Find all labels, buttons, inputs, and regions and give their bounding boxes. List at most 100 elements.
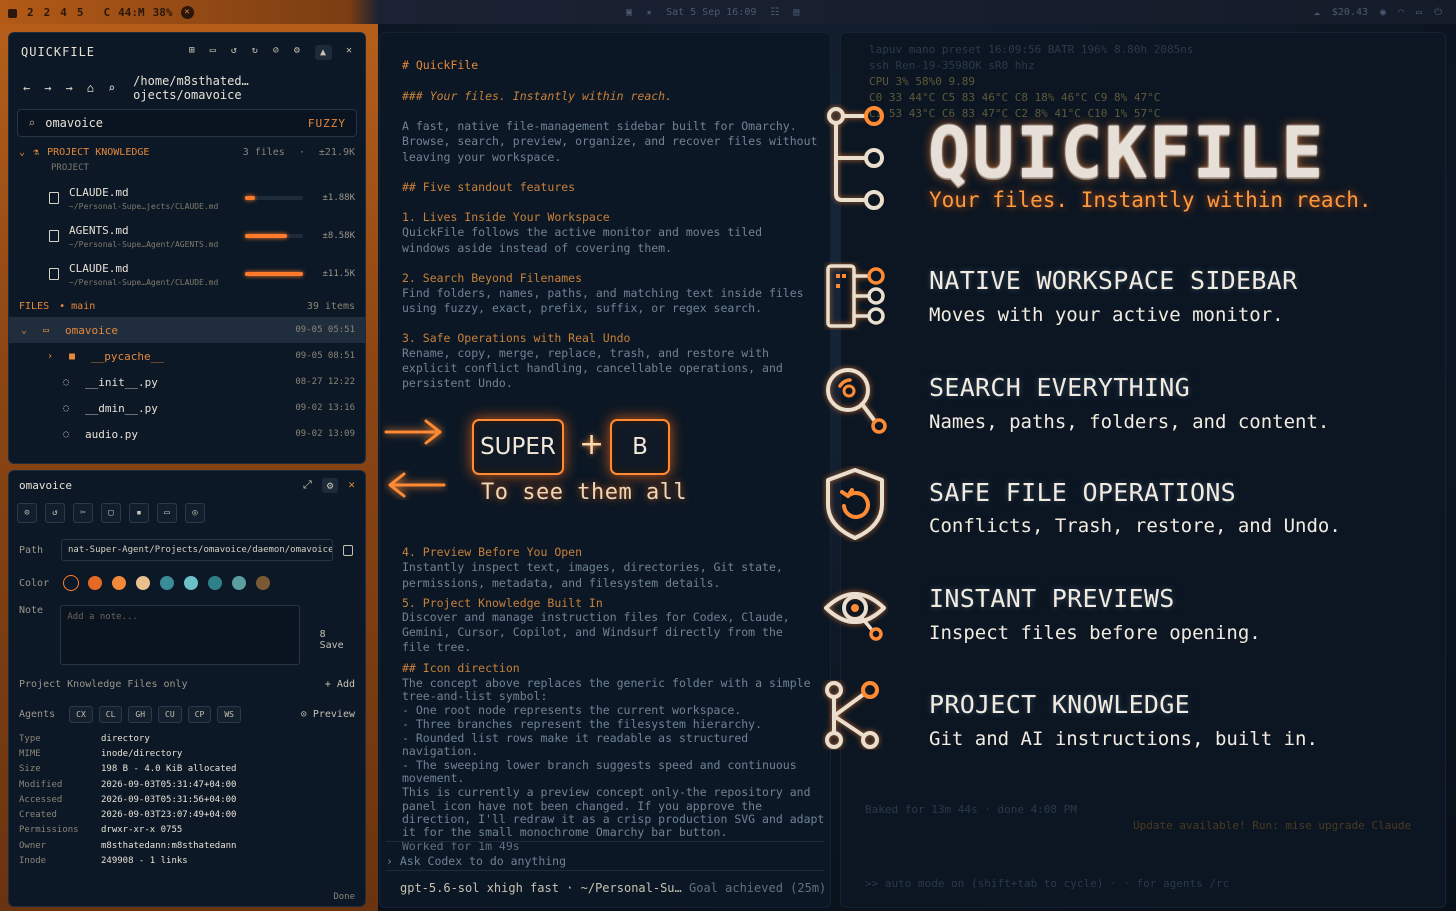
color-swatch[interactable]: [183, 575, 199, 591]
terminal-footer: gpt-5.6-sol xhigh fast · ~/Personal-Su… …: [400, 881, 826, 895]
color-swatch[interactable]: [111, 575, 127, 591]
arrow-right-icon: [384, 419, 442, 445]
preview-button[interactable]: ⊙ Preview: [301, 709, 355, 720]
eye-icon[interactable]: ◉: [1380, 7, 1386, 18]
metadata-table: Type directory MIME inode/directory Size 198 …: [9, 731, 365, 869]
file-row-selected[interactable]: ⌄ ▭ omavoice 09-05 05:51: [9, 317, 365, 343]
go-arrow-icon[interactable]: →: [65, 81, 72, 95]
hidden-files-icon[interactable]: ⊘: [273, 45, 280, 60]
current-path[interactable]: /home/m8sthated…ojects/omavoice: [133, 74, 351, 102]
workspace-4[interactable]: 5: [77, 6, 84, 19]
cloud-icon[interactable]: ☁: [1314, 7, 1320, 18]
inspector-header: omavoice ⤢ ⚙ ✕: [9, 471, 365, 499]
open-icon[interactable]: ⊙: [17, 503, 37, 523]
cut-icon[interactable]: ✂: [73, 503, 93, 523]
file-row[interactable]: ◌ __dmin__.py 09-02 13:16: [9, 395, 365, 421]
power-icon[interactable]: ⏻: [1434, 7, 1442, 18]
terminal-icon[interactable]: ▭: [210, 45, 217, 60]
color-swatch[interactable]: [135, 575, 151, 591]
pk-only-label: Project Knowledge Files only: [19, 679, 188, 690]
file-row[interactable]: ◌ audio.py 09-02 13:09: [9, 421, 365, 447]
chevron-right-icon[interactable]: ›: [47, 351, 59, 362]
battery-icon[interactable]: ▭: [1416, 7, 1422, 18]
chevron-down-icon[interactable]: ⌄: [19, 147, 25, 158]
note-input[interactable]: Add a note...: [60, 605, 300, 665]
color-swatch[interactable]: [255, 575, 271, 591]
knowledge-file-row[interactable]: CLAUDE.md ~/Personal-Supe…jects/CLAUDE.m…: [9, 179, 365, 217]
omarchy-logo-icon[interactable]: [8, 8, 17, 18]
search-input-icon: ⌕: [28, 116, 36, 130]
done-button[interactable]: Done: [333, 892, 355, 902]
close-icon[interactable]: ✕: [346, 45, 353, 60]
search-icon[interactable]: ⌕: [108, 81, 115, 95]
quickfile-logo-icon: [827, 106, 884, 210]
wifi-icon[interactable]: ◠: [1398, 7, 1404, 18]
expand-icon[interactable]: ⤢: [303, 478, 312, 493]
pin-icon[interactable]: ▲: [314, 44, 332, 60]
files-header: FILES • main 39 items: [9, 295, 365, 317]
back-arrow-icon[interactable]: ←: [23, 81, 30, 95]
metadata-row: Permissions drwxr-xr-x 0755: [19, 823, 355, 838]
settings-icon[interactable]: ◎: [185, 503, 205, 523]
metadata-value: inode/directory: [101, 748, 183, 759]
color-swatch[interactable]: [207, 575, 223, 591]
project-knowledge-header[interactable]: ⌄ ⚗ PROJECT KNOWLEDGE 3 files · ±21.9K: [9, 141, 365, 163]
indicator-mem: 44:M: [118, 5, 145, 19]
monitor-icon[interactable]: ▣: [626, 7, 632, 18]
gear-icon[interactable]: ⚙: [321, 477, 339, 493]
search-field[interactable]: ⌕ omavoice FUZZY: [17, 109, 357, 137]
color-swatch[interactable]: [159, 575, 175, 591]
agent-chip-cp[interactable]: CP: [187, 706, 212, 723]
file-time: 08-27 12:22: [295, 377, 355, 387]
knowledge-file-row[interactable]: CLAUDE.md ~/Personal-Supe…Agent/CLAUDE.m…: [9, 255, 365, 293]
color-swatch[interactable]: [87, 575, 103, 591]
forward-arrow-icon[interactable]: →: [44, 81, 51, 95]
calendar-icon[interactable]: ▤: [793, 7, 799, 18]
new-folder-icon[interactable]: ⊞: [189, 45, 196, 60]
settings-icon[interactable]: ⚙: [294, 45, 301, 60]
agent-chip-cu[interactable]: CU: [158, 706, 182, 723]
terminal-icon[interactable]: ▭: [157, 503, 177, 523]
star-icon[interactable]: ★: [646, 7, 652, 18]
close-icon[interactable]: ✕: [348, 478, 355, 493]
terminal-line: ## Icon direction: [402, 661, 520, 675]
workspace-1[interactable]: 2: [27, 6, 34, 19]
path-field[interactable]: nat-Super-Agent/Projects/omavoice/daemon…: [61, 539, 333, 561]
inspector-panel: omavoice ⤢ ⚙ ✕ ⊙ ↺ ✂ ▢ ▪ ▭ ◎ Path nat-Su…: [8, 470, 366, 907]
workspace-2[interactable]: 2: [44, 6, 51, 19]
file-row[interactable]: › ■ __pycache__ 09-05 08:51: [9, 343, 365, 369]
quickfile-titlebar: QUICKFILE ⊞ ▭ ↺ ↻ ⊘ ⚙ ▲ ✕: [9, 33, 365, 71]
agent-chip-gh[interactable]: GH: [128, 706, 153, 723]
agent-chip-cl[interactable]: CL: [98, 706, 123, 723]
color-label: Color: [19, 577, 50, 589]
home-icon[interactable]: ⌂: [87, 81, 94, 95]
close-circle-icon[interactable]: ✕: [180, 5, 194, 19]
terminal-line: # QuickFile: [402, 58, 479, 72]
history-icon[interactable]: ↺: [45, 503, 65, 523]
clock[interactable]: Sat 5 Sep 16:09: [666, 7, 756, 18]
copy-icon[interactable]: ▢: [101, 503, 121, 523]
trash-icon[interactable]: ▪: [129, 503, 149, 523]
search-input[interactable]: omavoice: [45, 116, 103, 130]
agent-chip-cx[interactable]: CX: [69, 706, 93, 723]
indicator-pct: 38%: [152, 5, 173, 19]
metadata-value: 2026-09-03T23:07:49+04:00: [101, 810, 237, 821]
terminal-line: Browse, search, preview, organize, and r…: [402, 134, 818, 148]
agent-chip-ws[interactable]: WS: [217, 706, 241, 723]
copy-path-icon[interactable]: [343, 544, 353, 556]
search-mode-toggle[interactable]: FUZZY: [308, 117, 346, 130]
color-swatch[interactable]: [231, 575, 247, 591]
knowledge-size-bar: [245, 196, 303, 200]
terminal-line: 2. Search Beyond Filenames: [402, 271, 583, 285]
chevron-down-icon[interactable]: ⌄: [21, 325, 33, 336]
layout-icon[interactable]: ☷: [770, 7, 779, 18]
add-knowledge-button[interactable]: + Add: [325, 679, 355, 690]
knowledge-file-row[interactable]: AGENTS.md ~/Personal-Supe…Agent/AGENTS.m…: [9, 217, 365, 255]
file-row[interactable]: ◌ __init__.py 08-27 12:22: [9, 369, 365, 395]
color-none-swatch[interactable]: [63, 575, 79, 591]
save-note-button[interactable]: 8 Save: [320, 629, 355, 651]
history-icon[interactable]: ↺: [231, 45, 238, 60]
refresh-icon[interactable]: ↻: [252, 45, 259, 60]
super-key: SUPER: [472, 419, 564, 475]
workspace-3[interactable]: 4: [60, 6, 67, 19]
